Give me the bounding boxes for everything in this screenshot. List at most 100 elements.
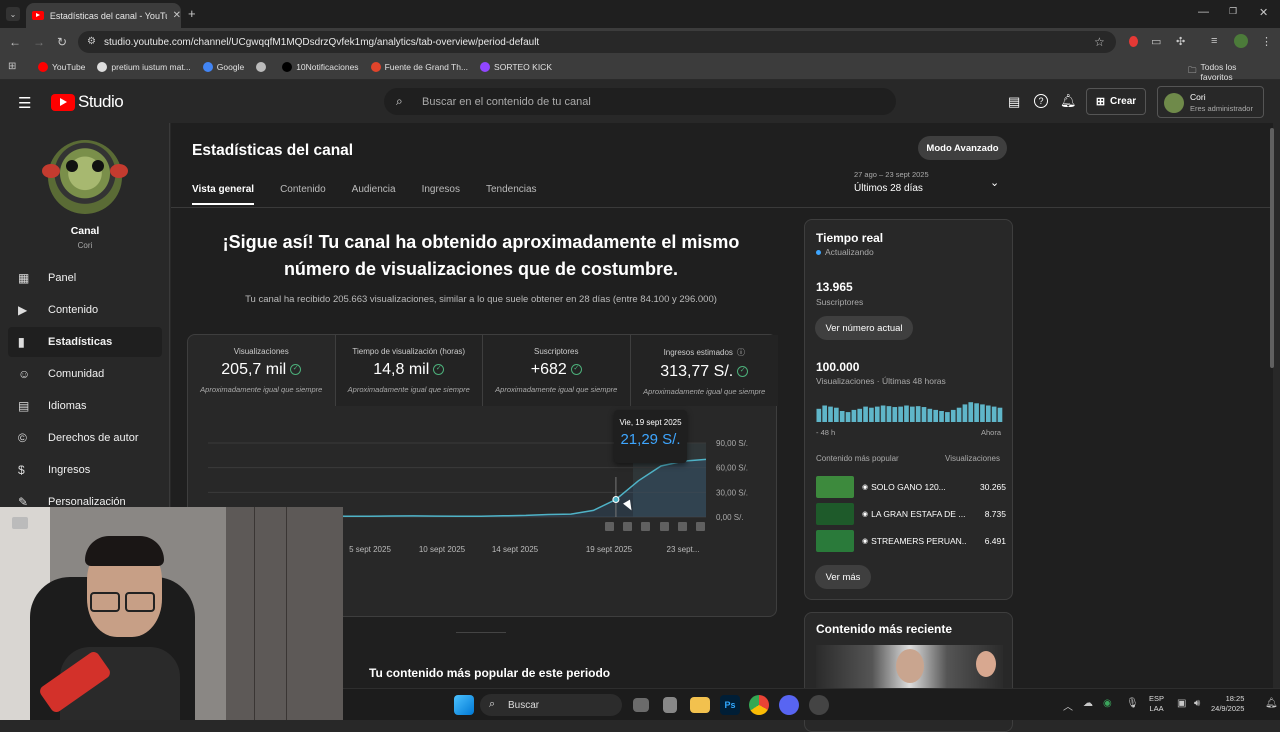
realtime-bar[interactable]	[968, 402, 974, 422]
volume-icon[interactable]: 🔊︎	[1194, 698, 1200, 709]
realtime-bar[interactable]	[874, 406, 880, 422]
bookmark-item[interactable]: Fuente de Grand Th...	[370, 62, 468, 72]
realtime-bar[interactable]	[869, 407, 874, 422]
see-more-button[interactable]: Ver más	[815, 565, 871, 589]
hover-point[interactable]	[612, 495, 620, 503]
account-switcher[interactable]: Cori Eres administrador	[1157, 86, 1264, 118]
kpi-card[interactable]: Visualizaciones 205,7 mil ✓ Aproximadamente…	[188, 335, 336, 406]
realtime-bar[interactable]	[939, 411, 944, 422]
media-icon[interactable]: ≡	[1211, 35, 1217, 47]
realtime-bar[interactable]	[892, 407, 898, 422]
extension-icon[interactable]	[1129, 36, 1138, 47]
tab-search-icon[interactable]: ⌄	[6, 7, 20, 21]
realtime-bar[interactable]	[834, 407, 839, 422]
new-tab-icon[interactable]: +	[188, 6, 196, 21]
close-window-icon[interactable]: ✕	[1259, 6, 1268, 19]
apps-grid-icon[interactable]: ⊞	[8, 61, 16, 72]
windows-start-icon[interactable]	[454, 695, 474, 715]
bookmark-star-icon[interactable]: ☆	[1094, 35, 1105, 49]
studio-logo[interactable]: Studio	[51, 92, 124, 112]
date-range-picker[interactable]: 27 ago – 23 sept 2025 Últimos 28 días ⌄	[854, 170, 1004, 200]
realtime-bar[interactable]	[851, 409, 857, 422]
back-icon[interactable]: ←	[9, 35, 21, 49]
video-marker-icon[interactable]	[660, 522, 669, 531]
realtime-bar[interactable]	[945, 412, 950, 422]
browser-menu-icon[interactable]: ⋮	[1261, 35, 1272, 48]
realtime-bar[interactable]	[886, 406, 892, 422]
tab-audiencia[interactable]: Audiencia	[352, 184, 396, 205]
realtime-bar[interactable]	[956, 407, 962, 422]
realtime-bar[interactable]	[839, 411, 845, 422]
notifications-icon[interactable]: 🔔︎	[1060, 93, 1077, 109]
tab-contenido[interactable]: Contenido	[280, 184, 326, 205]
video-marker-icon[interactable]	[605, 522, 614, 531]
sidebar-item-derechos de autor[interactable]: © Derechos de autor	[8, 423, 162, 453]
address-bar[interactable]: ⚙ studio.youtube.com/channel/UCgwqqfM1MQ…	[78, 31, 1116, 53]
network-icon[interactable]: ▣	[1177, 698, 1186, 709]
realtime-bar[interactable]	[933, 409, 939, 422]
realtime-bar[interactable]	[898, 406, 903, 422]
realtime-bar[interactable]	[828, 406, 833, 422]
realtime-bar[interactable]	[915, 406, 921, 422]
restore-icon[interactable]: ❐	[1229, 6, 1237, 17]
sidebar-item-estadísticas[interactable]: ▮ Estadísticas	[8, 327, 162, 357]
realtime-bar[interactable]	[822, 405, 827, 423]
realtime-bar[interactable]	[985, 405, 991, 423]
bookmark-item[interactable]: SORTEO KICK	[480, 62, 552, 72]
bookmark-item[interactable]: YouTube	[38, 62, 85, 72]
bookmark-item[interactable]: Google	[202, 62, 244, 72]
realtime-bar-chart[interactable]	[816, 398, 1003, 424]
app-2-icon[interactable]	[809, 695, 829, 715]
tab-close-icon[interactable]: ✕	[173, 10, 181, 21]
app-icon[interactable]	[663, 697, 677, 713]
minimize-icon[interactable]: —	[1198, 6, 1209, 18]
realtime-bar[interactable]	[980, 404, 985, 422]
notification-center-icon[interactable]: 🔔︎	[1265, 698, 1278, 709]
realtime-bar[interactable]	[997, 407, 1003, 422]
realtime-bar[interactable]	[974, 403, 979, 422]
realtime-bar[interactable]	[880, 405, 886, 423]
clock[interactable]: 18:25 24/9/2025	[1211, 694, 1244, 714]
video-marker-icon[interactable]	[623, 522, 632, 531]
tab-ingresos[interactable]: Ingresos	[422, 184, 460, 205]
onedrive-icon[interactable]: ☁	[1083, 698, 1093, 709]
sidebar-item-idiomas[interactable]: ▤ Idiomas	[8, 391, 162, 421]
tray-chevron-icon[interactable]: ︿	[1063, 698, 1073, 713]
sidebar-item-panel[interactable]: ▦ Panel	[8, 263, 162, 293]
file-explorer-icon[interactable]	[690, 697, 710, 713]
kpi-card[interactable]: Ingresos estimados ⓘ 313,77 S/. ✓ Aproximada…	[630, 335, 778, 406]
photoshop-icon[interactable]: Ps	[720, 695, 740, 715]
realtime-bar[interactable]	[845, 412, 851, 422]
video-marker-icon[interactable]	[678, 522, 687, 531]
reload-icon[interactable]: ↻	[57, 35, 67, 49]
realtime-bar[interactable]	[991, 406, 997, 422]
realtime-bar[interactable]	[816, 408, 822, 422]
extension-2-icon[interactable]: ▭	[1151, 35, 1161, 48]
hamburger-menu-icon[interactable]: ☰	[18, 94, 31, 112]
advanced-mode-button[interactable]: Modo Avanzado	[918, 136, 1007, 160]
realtime-bar[interactable]	[921, 407, 927, 422]
feedback-icon[interactable]: ▤	[1008, 94, 1020, 110]
language-indicator[interactable]: ESP LAA	[1149, 694, 1164, 714]
chrome-icon[interactable]	[749, 695, 769, 715]
channel-avatar[interactable]	[42, 140, 128, 214]
video-marker-icon[interactable]	[696, 522, 705, 531]
see-current-count-button[interactable]: Ver número actual	[815, 316, 913, 340]
realtime-bar[interactable]	[863, 406, 868, 422]
help-icon[interactable]: ?	[1034, 94, 1048, 108]
bookmark-item[interactable]: 10Notificaciones	[282, 62, 359, 72]
taskbar-search[interactable]: ⌕ Buscar	[480, 694, 622, 716]
sidebar-item-contenido[interactable]: ▶ Contenido	[8, 295, 162, 325]
create-button[interactable]: ⊞ Crear	[1086, 88, 1146, 115]
realtime-bar[interactable]	[857, 408, 863, 422]
kpi-card[interactable]: Tiempo de visualización (horas) 14,8 mil ✓…	[335, 335, 483, 406]
video-marker-icon[interactable]	[641, 522, 650, 531]
all-bookmarks[interactable]: 🗀 Todos los favoritos	[1188, 62, 1268, 82]
studio-search-input[interactable]: ⌕ Buscar en el contenido de tu canal	[384, 88, 896, 115]
sidebar-item-comunidad[interactable]: ☺ Comunidad	[8, 359, 162, 389]
profile-avatar-icon[interactable]	[1234, 34, 1248, 48]
forward-icon[interactable]: →	[33, 35, 45, 49]
top-content-item[interactable]: ◉ STREAMERS PERUAN... 6.491	[816, 530, 1006, 552]
site-info-icon[interactable]: ⚙	[87, 36, 96, 47]
task-view-icon[interactable]	[633, 698, 649, 712]
